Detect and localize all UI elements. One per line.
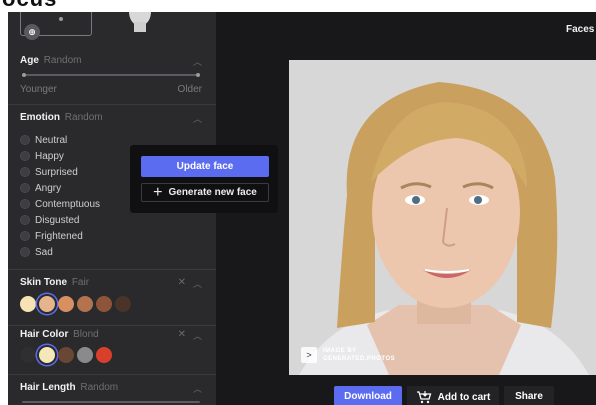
age-value: Random [43, 55, 82, 66]
slider-min-handle[interactable] [22, 73, 26, 77]
age-min-label: Younger [20, 84, 57, 95]
head-thumbnail[interactable] [120, 12, 160, 40]
generated-face-photo: > IMAGE BY GENERATED.PHOTOS [289, 60, 596, 375]
hair-length-label: Hair Length [20, 382, 76, 393]
hair-color-swatch[interactable] [20, 347, 36, 363]
section-divider [8, 104, 216, 105]
hair-color-swatch[interactable] [77, 347, 93, 363]
hair-color-label: Hair Color [20, 329, 69, 340]
radio-button[interactable] [20, 231, 30, 241]
hair-color-swatch[interactable] [96, 347, 112, 363]
section-divider [8, 325, 216, 326]
hair-length-slider[interactable] [22, 401, 200, 403]
skin-tone-swatch[interactable] [77, 296, 93, 312]
download-button[interactable]: Download [334, 386, 402, 405]
hair-length-section-header[interactable]: Hair Length Random [20, 382, 118, 393]
radio-button[interactable] [20, 151, 30, 161]
preview-dot [59, 17, 63, 21]
skin-tone-label: Skin Tone [20, 277, 68, 288]
chevron-up-icon[interactable]: ︿ [193, 55, 202, 68]
age-max-label: Older [177, 84, 202, 95]
section-divider [8, 374, 216, 375]
emotion-value: Random [64, 112, 103, 123]
hair-color-swatch[interactable] [58, 347, 74, 363]
face-portrait-image [289, 60, 596, 375]
skin-tone-section-header[interactable]: Skin Tone Fair [20, 277, 89, 288]
emotion-option-neutral[interactable]: Neutral [20, 133, 67, 147]
add-to-cart-button[interactable]: Add to cart [407, 386, 499, 405]
generate-new-face-button[interactable]: + Generate new face [141, 183, 269, 202]
radio-button[interactable] [20, 167, 30, 177]
hair-color-swatch[interactable] [39, 347, 55, 363]
watermark-line-1: IMAGE BY [323, 348, 357, 354]
skin-tone-swatch[interactable] [115, 296, 131, 312]
radio-button[interactable] [20, 199, 30, 209]
clear-icon[interactable]: ✕ [178, 329, 186, 340]
generate-new-face-label: Generate new face [168, 187, 257, 198]
skin-tone-swatch[interactable] [20, 296, 36, 312]
skin-tone-swatch[interactable] [58, 296, 74, 312]
watermark: > IMAGE BY GENERATED.PHOTOS [301, 347, 395, 363]
emotion-section-header[interactable]: Emotion Random [20, 112, 103, 123]
emotion-option-surprised[interactable]: Surprised [20, 165, 78, 179]
hair-color-section-header[interactable]: Hair Color Blond [20, 329, 99, 340]
radio-button[interactable] [20, 215, 30, 225]
page-heading-partial: ocus [2, 0, 57, 12]
hair-color-swatches [20, 347, 112, 363]
age-label: Age [20, 55, 39, 66]
cart-icon [416, 391, 431, 404]
watermark-line-2: GENERATED.PHOTOS [323, 356, 396, 362]
chevron-up-icon[interactable]: ︿ [193, 382, 202, 395]
clear-icon[interactable]: ✕ [178, 277, 186, 288]
emotion-option-happy[interactable]: Happy [20, 149, 64, 163]
radio-button[interactable] [20, 247, 30, 257]
emotion-label: Emotion [20, 112, 60, 123]
section-divider [8, 269, 216, 270]
age-section-header[interactable]: Age Random [20, 55, 82, 66]
skin-tone-swatch[interactable] [39, 296, 55, 312]
share-button[interactable]: Share [504, 386, 554, 405]
radio-button[interactable] [20, 135, 30, 145]
hair-color-value: Blond [73, 329, 99, 340]
hair-length-value: Random [80, 382, 119, 393]
update-face-button[interactable]: Update face [141, 156, 269, 177]
face-action-popup: Update face + Generate new face [130, 145, 278, 213]
faces-nav-link[interactable]: Faces [566, 24, 594, 35]
add-to-cart-label: Add to cart [437, 391, 491, 403]
age-slider[interactable] [22, 73, 200, 77]
generated-photos-logo-icon: > [301, 347, 317, 363]
skin-tone-value: Fair [71, 277, 90, 288]
emotion-option-frightened[interactable]: Frightened [20, 229, 83, 243]
skin-tone-swatch[interactable] [96, 296, 112, 312]
plus-icon: + [153, 183, 163, 201]
radio-button[interactable] [20, 183, 30, 193]
pin-icon[interactable]: ⊕ [24, 24, 40, 40]
emotion-option-contemptuous[interactable]: Contemptuous [20, 197, 100, 211]
chevron-up-icon[interactable]: ︿ [193, 112, 202, 125]
skin-tone-swatches [20, 296, 131, 312]
emotion-option-angry[interactable]: Angry [20, 181, 61, 195]
emotion-option-disgusted[interactable]: Disgusted [20, 213, 79, 227]
chevron-up-icon[interactable]: ︿ [193, 329, 202, 342]
chevron-up-icon[interactable]: ︿ [193, 277, 202, 290]
emotion-option-sad[interactable]: Sad [20, 245, 53, 259]
slider-max-handle[interactable] [196, 73, 200, 77]
top-heading-strip: ocus [0, 0, 596, 12]
